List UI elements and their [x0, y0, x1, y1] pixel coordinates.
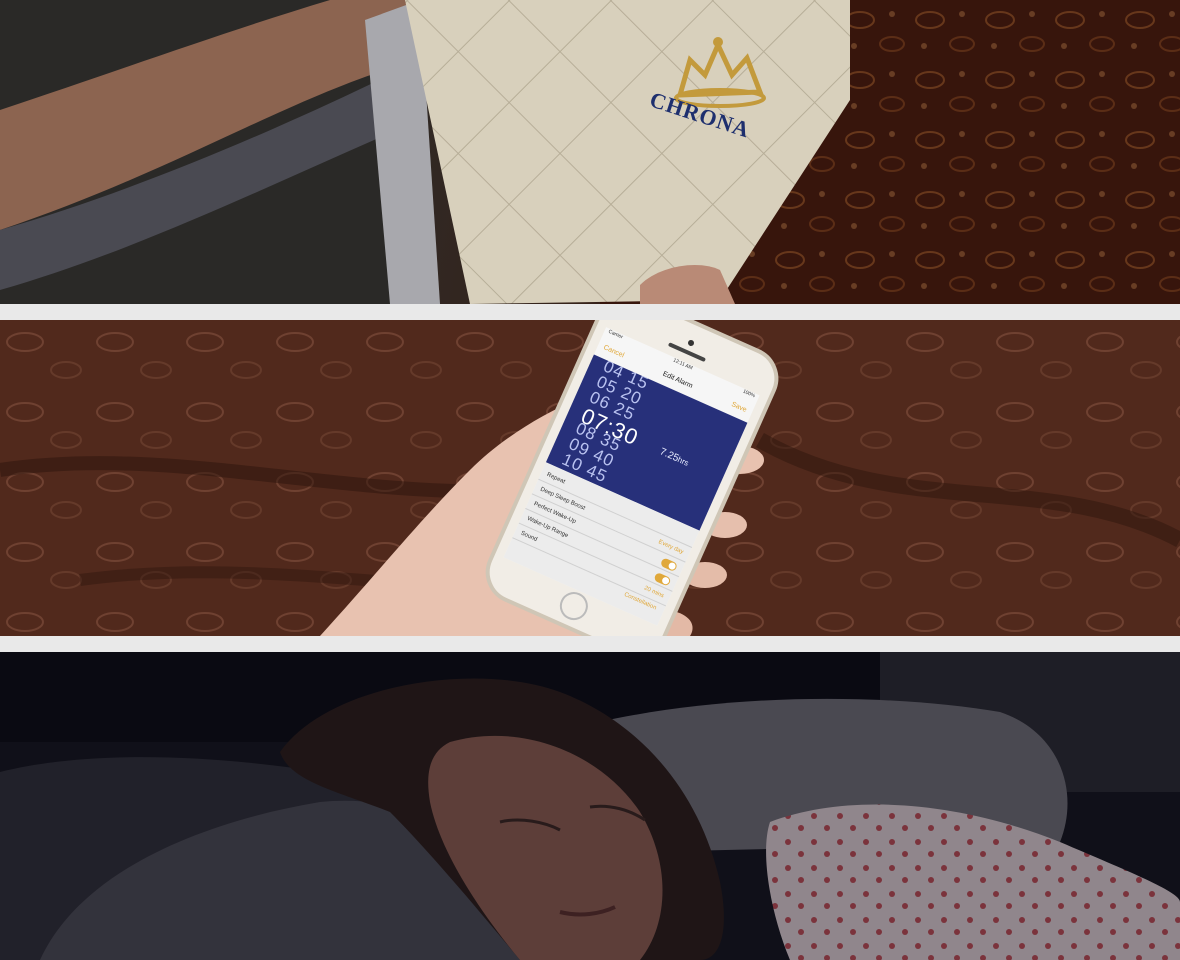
settings-label: Repeat	[545, 472, 566, 486]
phone-photo-panel: Carrier 12:11 AM 100% Cancel Edit Alarm …	[0, 320, 1180, 636]
settings-label: Sound	[519, 530, 538, 544]
sleeping-scene	[0, 652, 1180, 960]
toggle-switch[interactable]	[653, 571, 672, 587]
duration-unit: hrs	[676, 455, 691, 468]
save-button[interactable]: Save	[730, 401, 747, 414]
panel-divider	[0, 304, 1180, 320]
toggle-switch[interactable]	[659, 556, 679, 572]
sleep-duration: 7.25hrs	[658, 446, 690, 468]
pillow-photo-panel: CHRONA	[0, 0, 1180, 304]
toggle-knob	[661, 575, 671, 585]
settings-value: 20 mins	[643, 585, 665, 600]
pillow-scene	[0, 0, 1180, 304]
cancel-button[interactable]: Cancel	[602, 344, 625, 359]
toggle-knob	[667, 561, 677, 571]
panel-divider	[0, 636, 1180, 652]
sleeping-photo-panel	[0, 652, 1180, 960]
